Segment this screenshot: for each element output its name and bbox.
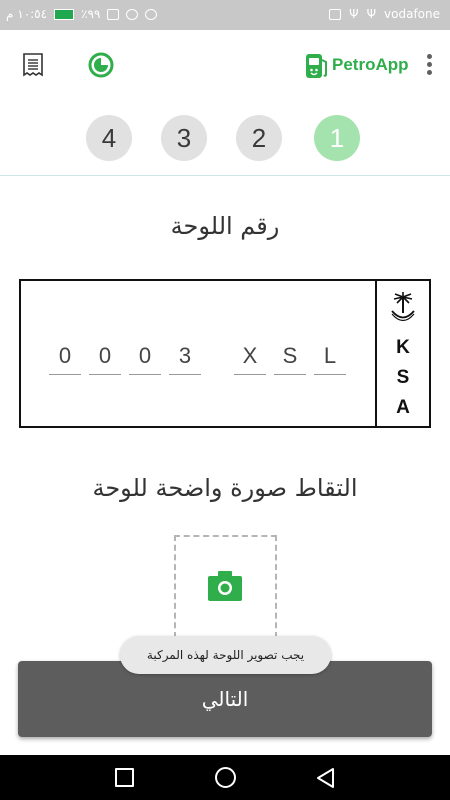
toast-message: يجب تصوير اللوحة لهذه المركبة — [120, 636, 331, 674]
alarm-icon — [145, 8, 158, 20]
ksa-letter-s: S — [396, 367, 410, 388]
usb-icon-2: Ψ — [366, 7, 377, 21]
plate-digit-4[interactable]: 3 — [169, 339, 201, 375]
history-icon[interactable] — [88, 52, 114, 78]
plate-digit-3[interactable]: 0 — [129, 339, 161, 375]
home-icon[interactable] — [215, 767, 236, 788]
step-4: 4 — [86, 115, 132, 161]
overflow-menu-icon[interactable] — [422, 52, 436, 80]
status-bar: ١٠:٥٤ م ٪٩٩ Ψ Ψ vodafone — [0, 0, 450, 30]
status-right: Ψ Ψ vodafone — [329, 7, 440, 21]
usb-icon: Ψ — [349, 7, 359, 21]
step-1: 1 — [314, 115, 360, 161]
saudi-emblem-icon — [391, 292, 415, 322]
ksa-letter-k: K — [396, 337, 410, 358]
plate-number-title: رقم اللوحة — [170, 212, 280, 240]
receipt-icon[interactable] — [22, 52, 44, 77]
logo-text: PetroApp — [332, 55, 409, 74]
recent-apps-icon[interactable] — [115, 768, 134, 787]
battery-text: ٪٩٩ — [81, 7, 101, 21]
battery-icon — [107, 8, 120, 20]
divider — [0, 175, 450, 176]
camera-icon[interactable] — [208, 571, 242, 601]
back-icon[interactable] — [315, 767, 335, 789]
flag-icon — [54, 8, 75, 20]
status-time: ١٠:٥٤ م — [6, 7, 48, 21]
wifi-icon — [126, 8, 139, 20]
status-left: ١٠:٥٤ م ٪٩٩ — [6, 7, 158, 21]
step-3: 3 — [161, 115, 207, 161]
screen-icon — [329, 8, 342, 20]
plate-country-strip: K S A — [375, 281, 429, 426]
app-bar: PetroApp — [0, 30, 450, 100]
ksa-letter-a: A — [396, 397, 410, 418]
plate-letter-3[interactable]: L — [314, 339, 346, 375]
plate-letter-1[interactable]: X — [234, 339, 266, 375]
plate-digit-2[interactable]: 0 — [89, 339, 121, 375]
plate-digit-1[interactable]: 0 — [49, 339, 81, 375]
plate-letter-2[interactable]: S — [274, 339, 306, 375]
petroapp-logo: PetroApp — [304, 50, 409, 80]
step-2: 2 — [236, 115, 282, 161]
navigation-bar — [0, 755, 450, 800]
photo-title: التقاط صورة واضحة للوحة — [92, 474, 358, 502]
carrier-text: vodafone — [384, 7, 440, 21]
step-indicator: 4 3 2 1 — [0, 115, 450, 161]
fuel-pump-icon — [306, 54, 327, 78]
license-plate: 0 0 0 3 X S L K S A — [19, 279, 431, 428]
